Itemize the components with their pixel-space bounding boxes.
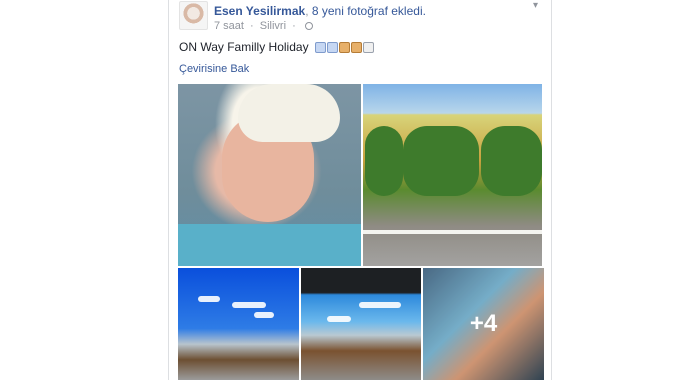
cloud-shape [359,302,401,308]
photo-hair-shape [238,84,340,142]
emoji-icon [362,42,374,53]
author-name[interactable]: Esen Yesilirmak [214,4,305,18]
photo-count-link[interactable]: 8 yeni fotoğraf [312,4,388,18]
emoji-icon [338,42,350,53]
emoji-icons [314,42,375,56]
emoji-icon [326,42,338,53]
photo-window-view[interactable] [301,268,421,380]
post-text: ON Way Familly Holiday [179,40,375,56]
photo-shirt-shape [178,224,361,266]
action-text: ekledi. [387,4,426,18]
post-message: ON Way Familly Holiday [179,40,309,54]
cloud-shape [254,312,274,318]
more-photos-overlay[interactable]: +4 [423,268,544,380]
photo-tree-shape [403,126,479,196]
chevron-down-icon[interactable]: ▾ [533,0,538,11]
location-link[interactable]: Silivri [260,20,286,32]
cloud-shape [327,316,351,322]
photo-selfie[interactable] [178,84,361,266]
cloud-shape [198,296,220,302]
photo-tree-shape [365,126,403,196]
emoji-icon [350,42,362,53]
photo-blue-sky-road[interactable] [178,268,299,380]
photo-child[interactable]: +4 [423,268,544,380]
avatar[interactable] [179,1,208,30]
post-card: Esen Yesilirmak, 8 yeni fotoğraf ekledi.… [168,0,552,380]
emoji-icon [314,42,326,53]
meta-separator: · [292,20,296,32]
meta-separator: · [250,20,254,32]
comma-separator: , [305,4,312,18]
cloud-shape [232,302,266,308]
timestamp[interactable]: 7 saat [214,20,244,32]
post-header: Esen Yesilirmak, 8 yeni fotoğraf ekledi. [214,4,426,18]
photo-roadside-field[interactable] [363,84,542,266]
photo-road-line [363,230,542,234]
photo-tree-shape [481,126,542,196]
post-meta: 7 saat · Silivri · [214,20,313,32]
globe-icon [304,22,313,30]
translate-link[interactable]: Çevirisine Bak [179,63,249,75]
